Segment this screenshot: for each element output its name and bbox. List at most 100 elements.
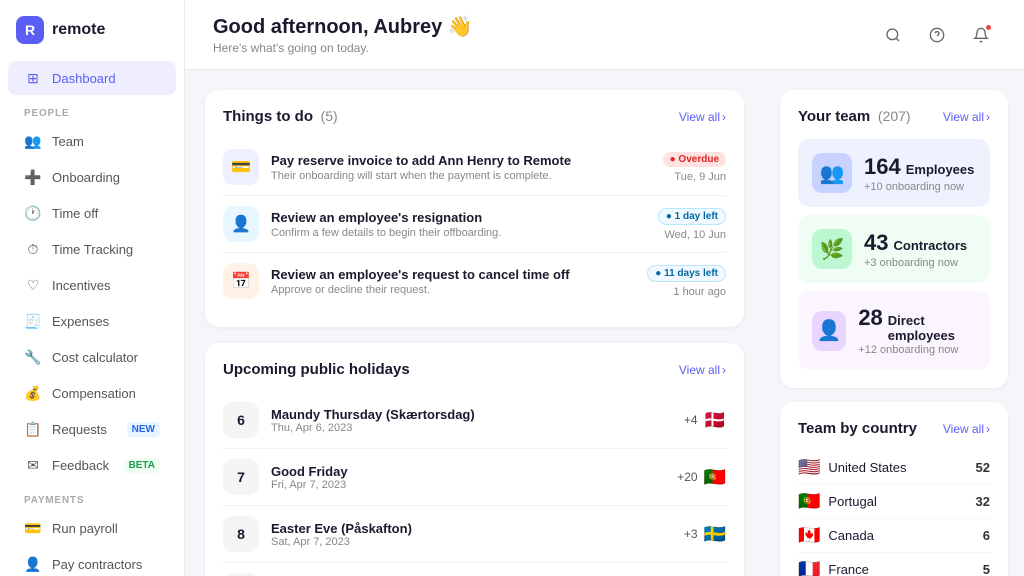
team-stats: 👥 164 Employees +10 onboarding now 🌿 [798, 139, 990, 370]
todos-card: Things to do (5) View all › 💳 Pay reserv… [205, 90, 744, 327]
feedback-badge: BETA [124, 458, 160, 473]
sidebar-item-label: Time Tracking [52, 242, 133, 257]
expenses-icon: 🧾 [24, 312, 42, 330]
sidebar-item-run-payroll[interactable]: 💳 Run payroll [8, 511, 176, 545]
pay-contractors-icon: 👤 [24, 555, 42, 573]
incentives-icon: ♡ [24, 276, 42, 294]
search-icon[interactable] [878, 20, 908, 50]
feedback-icon: ✉ [24, 456, 42, 474]
contractors-stat-text: 43 Contractors +3 onboarding now [864, 230, 967, 269]
notification-icon[interactable] [966, 20, 996, 50]
sidebar-item-label: Incentives [52, 278, 111, 293]
flag-icon: 🇵🇹 [704, 467, 726, 488]
sidebar-item-label: Compensation [52, 386, 136, 401]
holiday-day-box: 7 [223, 459, 259, 495]
sidebar-item-label: Team [52, 134, 84, 149]
help-icon[interactable] [922, 20, 952, 50]
country-flag: 🇺🇸 [798, 457, 820, 478]
task-badge-overdue: ● Overdue [663, 152, 726, 167]
task-content: Review an employee's request to cancel t… [271, 267, 635, 296]
compensation-icon: 💰 [24, 384, 42, 402]
sidebar-item-requests[interactable]: 📋 Requests NEW [8, 412, 176, 446]
sidebar-item-label: Dashboard [52, 71, 116, 86]
todos-title: Things to do (5) [223, 108, 338, 125]
country-flag: 🇫🇷 [798, 559, 820, 576]
team-by-country-view-all[interactable]: View all › [943, 422, 990, 436]
sidebar-item-compensation[interactable]: 💰 Compensation [8, 376, 176, 410]
sidebar-item-time-off[interactable]: 🕐 Time off [8, 196, 176, 230]
holiday-content: Easter Eve (Påskafton) Sat, Apr 7, 2023 [271, 521, 672, 548]
holiday-day-box: 6 [223, 402, 259, 438]
content-area: Things to do (5) View all › 💳 Pay reserv… [185, 70, 1024, 576]
task-meta: ● 1 day left Wed, 10 Jun [658, 208, 726, 241]
center-column: Things to do (5) View all › 💳 Pay reserv… [185, 70, 764, 576]
holiday-day-box: 8 [223, 516, 259, 552]
task-content: Pay reserve invoice to add Ann Henry to … [271, 153, 651, 182]
country-flag: 🇨🇦 [798, 525, 820, 546]
task-meta: ● 11 days left 1 hour ago [647, 265, 726, 298]
task-content: Review an employee's resignation Confirm… [271, 210, 646, 239]
country-item: 🇺🇸 United States 52 [798, 451, 990, 485]
holidays-card: Upcoming public holidays View all › 6 Ma… [205, 343, 744, 576]
greeting: Good afternoon, Aubrey 👋 [213, 14, 473, 39]
sidebar-item-dashboard[interactable]: ⊞ Dashboard [8, 61, 176, 95]
sidebar-item-label: Run payroll [52, 521, 118, 536]
holiday-meta: +3 🇸🇪 [684, 524, 726, 545]
task-item: 💳 Pay reserve invoice to add Ann Henry t… [223, 139, 726, 196]
sidebar-item-feedback[interactable]: ✉ Feedback BETA [8, 448, 176, 482]
task-item: 👤 Review an employee's resignation Confi… [223, 196, 726, 253]
notification-dot [985, 24, 992, 31]
header-text: Good afternoon, Aubrey 👋 Here's what's g… [213, 14, 473, 55]
holiday-meta: +20 🇵🇹 [677, 467, 726, 488]
people-section-label: PEOPLE [0, 96, 184, 123]
your-team-title-area: Your team (207) [798, 108, 911, 125]
country-item: 🇫🇷 France 5 [798, 553, 990, 576]
country-flag: 🇵🇹 [798, 491, 820, 512]
task-subtitle: Their onboarding will start when the pay… [271, 170, 651, 182]
task-icon-timeoff: 📅 [223, 263, 259, 299]
todos-view-all[interactable]: View all › [679, 110, 726, 124]
country-name: France [828, 562, 974, 576]
team-stat-employees: 👥 164 Employees +10 onboarding now [798, 139, 990, 207]
sidebar-item-label: Cost calculator [52, 350, 138, 365]
sidebar-item-pay-contractors[interactable]: 👤 Pay contractors [8, 547, 176, 576]
employees-icon: 👥 [812, 153, 852, 193]
task-subtitle: Confirm a few details to begin their off… [271, 227, 646, 239]
todos-header: Things to do (5) View all › [223, 108, 726, 125]
team-by-country-card: Team by country View all › 🇺🇸 United Sta… [780, 402, 1008, 576]
team-icon: 👥 [24, 132, 42, 150]
logo: R remote [0, 16, 184, 60]
sidebar-item-team[interactable]: 👥 Team [8, 124, 176, 158]
team-stat-direct: 👤 28 Direct employees +12 onboarding now [798, 291, 990, 370]
sidebar-item-time-tracking[interactable]: ⏱ Time Tracking [8, 232, 176, 266]
sidebar-item-label: Time off [52, 206, 98, 221]
holiday-content: Maundy Thursday (Skærtorsdag) Thu, Apr 6… [271, 407, 672, 434]
main-content: Good afternoon, Aubrey 👋 Here's what's g… [185, 0, 1024, 576]
sidebar-item-incentives[interactable]: ♡ Incentives [8, 268, 176, 302]
task-icon-invoice: 💳 [223, 149, 259, 185]
holidays-view-all[interactable]: View all › [679, 363, 726, 377]
country-name: Portugal [828, 494, 967, 509]
task-subtitle: Approve or decline their request. [271, 284, 635, 296]
requests-icon: 📋 [24, 420, 42, 438]
payments-section-label: PAYMENTS [0, 483, 184, 510]
country-count: 6 [983, 528, 990, 543]
country-list: 🇺🇸 United States 52 🇵🇹 Portugal 32 🇨🇦 Ca… [798, 451, 990, 576]
task-title: Pay reserve invoice to add Ann Henry to … [271, 153, 651, 168]
country-count: 32 [976, 494, 990, 509]
sidebar-item-expenses[interactable]: 🧾 Expenses [8, 304, 176, 338]
your-team-header: Your team (207) View all › [798, 108, 990, 125]
task-badge-days: ● 11 days left [647, 265, 726, 282]
task-badge-days: ● 1 day left [658, 208, 726, 225]
task-date: Wed, 10 Jun [664, 229, 726, 241]
time-off-icon: 🕐 [24, 204, 42, 222]
page-header: Good afternoon, Aubrey 👋 Here's what's g… [185, 0, 1024, 70]
holiday-item: 9 Easter Sunday (Páscoa) Sun, Apr 9, 202… [223, 563, 726, 576]
dashboard-icon: ⊞ [24, 69, 42, 87]
sidebar-item-cost-calculator[interactable]: 🔧 Cost calculator [8, 340, 176, 374]
your-team-view-all[interactable]: View all › [943, 110, 990, 124]
sidebar-item-onboarding[interactable]: ➕ Onboarding [8, 160, 176, 194]
team-stat-contractors: 🌿 43 Contractors +3 onboarding now [798, 215, 990, 283]
task-title: Review an employee's request to cancel t… [271, 267, 635, 282]
country-name: Canada [828, 528, 974, 543]
